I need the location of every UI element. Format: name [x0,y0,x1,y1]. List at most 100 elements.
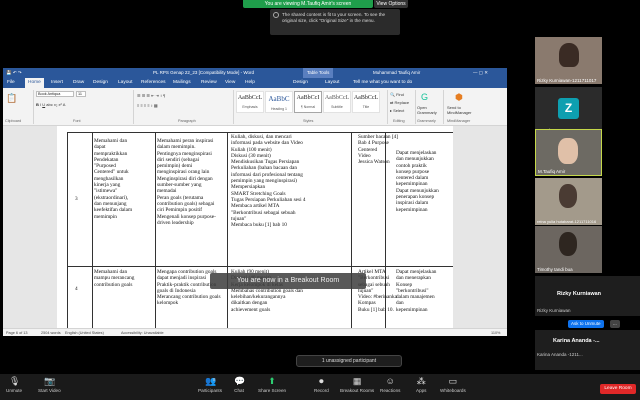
chat-button[interactable]: 💬 Chat [234,376,246,393]
cell-line: contribution goals [94,281,133,288]
cell-line: Membaca buku [1] bab 10 [231,222,287,229]
tab-table-design[interactable]: Design [293,78,308,88]
whiteboard-icon: ▭ [448,376,458,386]
share-screen-button[interactable]: ⬆ Share Screen [258,376,286,393]
find-button[interactable]: 🔍 Find [390,92,404,97]
grammarly-icon[interactable]: G [421,92,428,102]
tab-table-layout[interactable]: Layout [325,78,339,88]
participant-tile[interactable]: Karina Ananda -... [535,330,640,370]
apps-button[interactable]: ⁂ Apps [416,376,426,393]
font-size-box[interactable]: 11 [76,91,86,97]
font-name-box[interactable]: Book Antiqua [36,91,74,97]
person-silhouette-icon [559,43,579,67]
font-format-buttons[interactable]: B I U abc x₂ x² A [36,102,65,107]
tab-view[interactable]: View [225,78,235,88]
page-count: Page 6 of 13 [6,331,28,335]
participants-button[interactable]: 👥 Participants [198,376,222,393]
document-title: PL RPS Genap 22_23 [Compatibility Mode] … [153,70,255,75]
avatar: Z [558,98,579,119]
paste-icon[interactable]: 📋 [6,93,17,104]
record-icon: ⏺ [319,376,324,386]
word-count: 2504 words [41,331,61,335]
style-subtitle[interactable]: AaBbCcL Subtitle [323,91,351,113]
participant-name: Karina Ananda -... [553,338,600,344]
window-controls-icon[interactable]: — ▢ ✕ [473,68,488,78]
replace-button[interactable]: ⇄ Replace [390,100,409,105]
view-options-button[interactable]: View Options [374,0,408,8]
video-off-icon: 📷 [44,376,56,386]
start-video-button[interactable]: 📷 Start Video [38,376,61,393]
unmute-button[interactable]: 🎙 Unmute [6,376,22,393]
tab-review[interactable]: Review [201,78,217,88]
chat-icon: 💬 [234,376,246,386]
tab-references[interactable]: References [141,78,166,88]
group-mindmanager: MindManager [447,119,471,123]
style-title[interactable]: AaBbCcL Title [352,91,380,113]
group-paragraph: Paragraph [178,119,196,123]
breakout-rooms-button[interactable]: ▦ Breakout Rooms [340,376,374,393]
table-tools-label: Table Tools [303,68,334,78]
tab-file[interactable]: File [7,78,15,88]
person-silhouette-icon [559,232,577,256]
tooltip-text: The shared content is fit to your screen… [282,12,386,23]
participant-name: M.Taufiq Amir [538,169,566,174]
tab-layout[interactable]: Layout [118,78,132,88]
tab-mailings[interactable]: Mailings [173,78,191,88]
participant-name: Rizky Kurniawan [557,291,602,297]
group-editing: Editing [393,119,405,123]
unassigned-participant-badge[interactable]: 1 unassigned participant [296,355,402,367]
group-font: Font [73,119,81,123]
cell-line: kelompok [157,300,179,307]
select-button[interactable]: ▸ Select [390,108,404,113]
participant-video[interactable]: Z zoom baa04 [535,87,602,134]
open-grammarly-button[interactable]: Open Grammarly [417,105,439,115]
style-normal[interactable]: AaBbCcI ¶ Normal [294,91,322,113]
cell-line: memimpin [94,213,117,220]
participant-video[interactable]: Rizky Kurniawan-1211711017 [535,37,602,84]
table-cell-material: Memahami peran inspirasi dalam memimpin. P… [157,138,227,226]
fit-screen-tooltip: The shared content is fit to your screen… [270,9,400,35]
group-styles: Styles [303,119,314,123]
tab-home[interactable]: Home [25,78,44,88]
more-options-button[interactable]: ... [610,320,620,328]
list-buttons[interactable]: ☰ ☰ ☰ ⇤ ⇥ ↕ ¶ [137,93,165,98]
share-screen-icon: ⬆ [268,376,276,386]
save-icon[interactable]: 💾 ↶ ↷ [6,68,22,78]
record-button[interactable]: ⏺ Record [314,376,329,393]
zoom-window: You are viewing M.Taufiq Amir's screen V… [0,0,640,400]
ribbon-home: 📋 Clipboard Book Antiqua 11 B I U abc x₂… [3,88,507,126]
tell-me-search[interactable]: Tell me what you want to do [353,78,412,88]
zoom-level[interactable]: 110% [491,329,500,337]
word-statusbar: Page 6 of 13 2504 words English (United … [3,328,507,336]
reactions-button[interactable]: ☺ Reactions [380,376,400,393]
ask-to-unmute-button[interactable]: Ask to Unmute [568,320,604,328]
table-cell-objective: Memahami dan mampu merancang contribution … [94,269,154,288]
tab-insert[interactable]: Insert [51,78,63,88]
row-number: 4 [75,286,78,292]
tab-draw[interactable]: Draw [73,78,84,88]
style-emphasis[interactable]: AaBbCcL Emphasis [236,91,264,113]
group-grammarly: Grammarly [417,119,436,123]
accessibility-status[interactable]: Accessibility: Unavailable [121,329,164,337]
participant-name: Timothy tandi bua [537,267,573,272]
style-heading1[interactable]: AaBbC Heading 1 [265,91,293,113]
table-cell-objective: Memahami dan dapat mempraktikkan Pendekatan… [94,138,154,220]
participant-video[interactable]: Timothy tandi bua [535,226,602,273]
microphone-muted-icon: 🎙 [9,376,21,386]
breakout-rooms-icon: ▦ [352,376,362,386]
align-buttons[interactable]: ≡ ≡ ≡ ≡ ↕ ▦ [137,103,158,108]
participant-name: Rizky Kurniawan-1211711017 [537,78,597,83]
whiteboards-button[interactable]: ▭ Whiteboards [440,376,466,393]
ribbon-tabs: File Home Insert Draw Design Layout Refe… [3,78,507,88]
tab-design[interactable]: Design [93,78,108,88]
cell-line: achievement goals [231,306,271,313]
mindmanager-icon[interactable]: ⬢ [455,92,463,103]
leave-room-button[interactable]: Leave Room [600,384,636,394]
participant-video[interactable]: reina yulia hutabarat-1211711016 [535,178,602,225]
language-status[interactable]: English (United States) [65,329,104,337]
participant-video-active[interactable]: M.Taufiq Amir [535,129,602,176]
send-mindmanager-button[interactable]: Send to MindManager [447,105,477,115]
participant-name-label: Karina Ananda -1211... [537,352,583,357]
tab-help[interactable]: Help [245,78,255,88]
table-cell-assessment: Dapat menjelaskan dan menerapkan Konsep "be… [396,269,452,313]
